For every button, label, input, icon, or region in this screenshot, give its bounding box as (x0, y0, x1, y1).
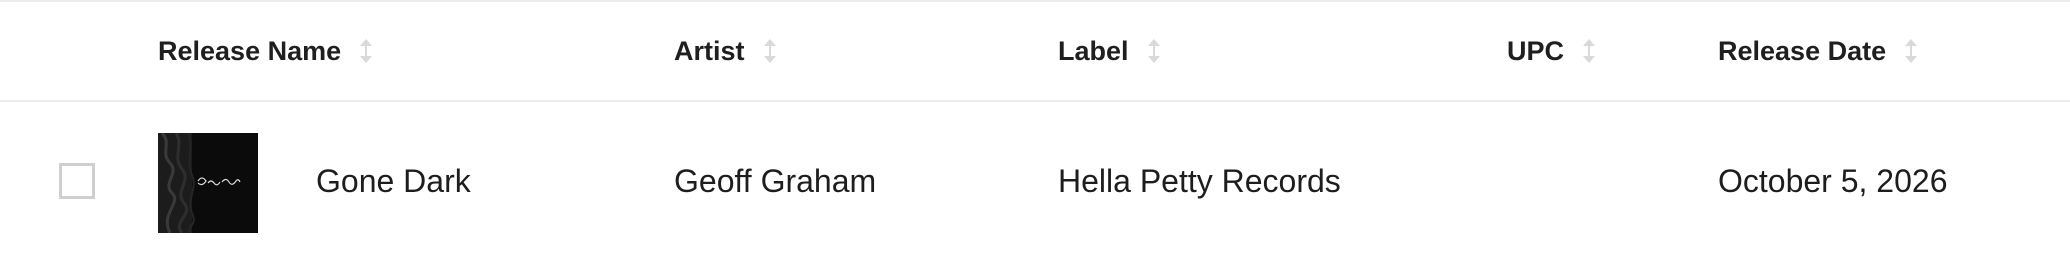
releases-table: Release Name Artist Label UPC Release Da… (0, 0, 2070, 262)
column-header-label: UPC (1507, 35, 1565, 66)
column-header-release-date[interactable]: Release Date (1718, 2, 1918, 100)
table-header-row: Release Name Artist Label UPC Release Da… (0, 2, 2070, 102)
column-header-label: Release Name (158, 35, 342, 66)
release-name-cell[interactable]: Gone Dark (316, 100, 471, 262)
column-header-label: Label (1058, 35, 1129, 66)
column-header-label-col[interactable]: Label (1058, 2, 1161, 100)
sort-icon[interactable] (1147, 37, 1161, 65)
column-header-release-name[interactable]: Release Name (158, 2, 373, 100)
row-select-checkbox[interactable] (59, 163, 95, 199)
label-cell: Hella Petty Records (1058, 162, 1341, 199)
column-header-upc[interactable]: UPC (1507, 2, 1596, 100)
release-date-cell: October 5, 2026 (1718, 162, 1948, 199)
artist-cell: Geoff Graham (674, 162, 877, 199)
table-row[interactable]: Gone Dark Geoff Graham Hella Petty Recor… (0, 100, 2070, 262)
album-cover-art (158, 133, 258, 233)
column-header-artist[interactable]: Artist (674, 2, 777, 100)
sort-icon[interactable] (1904, 37, 1918, 65)
sort-icon[interactable] (1582, 37, 1596, 65)
sort-icon[interactable] (763, 37, 777, 65)
sort-icon[interactable] (359, 37, 373, 65)
column-header-label: Release Date (1718, 35, 1887, 66)
column-header-label: Artist (674, 35, 745, 66)
